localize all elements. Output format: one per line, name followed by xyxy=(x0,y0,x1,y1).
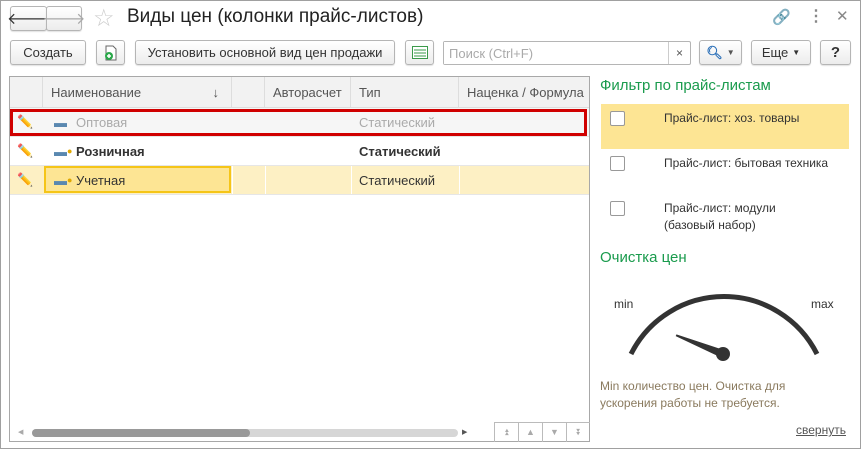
clear-search-button[interactable]: × xyxy=(668,42,690,64)
row-type: Статический xyxy=(359,143,441,159)
header-type[interactable]: Тип xyxy=(351,77,459,108)
sort-arrow-icon: ↓ xyxy=(212,85,220,100)
list-filter-icon xyxy=(411,46,428,59)
filter-label[interactable]: Прайс-лист: модули (базовый набор) xyxy=(664,200,814,234)
favorite-star-icon[interactable]: ☆ xyxy=(93,4,115,33)
arrow-right-icon: 🡒 xyxy=(42,11,86,28)
row-type: Статический xyxy=(359,114,436,130)
price-type-base-icon: ▬ ● xyxy=(54,172,73,188)
scroll-down-button[interactable]: ▼ xyxy=(542,422,566,442)
forward-button[interactable]: 🡒 xyxy=(43,6,85,31)
help-button[interactable]: ? xyxy=(820,40,851,65)
search-icon: 🔍︎ xyxy=(706,44,723,60)
dropdown-arrow-icon: ▼ xyxy=(792,48,801,57)
price-edit-icon: ✏️ xyxy=(17,114,34,129)
collapse-link[interactable]: свернуть xyxy=(796,423,846,437)
create-copy-button[interactable] xyxy=(96,40,125,65)
horizontal-scrollbar[interactable] xyxy=(32,429,458,437)
scroll-up-button[interactable]: ▲ xyxy=(518,422,542,442)
price-edit-icon: ✏️ xyxy=(17,172,34,187)
table-row-selected[interactable]: ✏️ ▬ ● Учетная Статический xyxy=(10,166,589,195)
price-type-base-icon: ▬ ● xyxy=(54,143,73,159)
filter-label[interactable]: Прайс-лист: хоз. товары xyxy=(664,110,849,127)
header-markup[interactable]: Наценка / Формула xyxy=(459,77,589,108)
dropdown-arrow-icon: ▼ xyxy=(726,48,735,57)
more-label: Еще xyxy=(761,45,789,60)
new-document-icon xyxy=(104,45,116,60)
row-name: Учетная xyxy=(76,172,126,188)
price-edit-icon: ✏️ xyxy=(17,143,34,158)
header-label: Наименование xyxy=(51,85,142,100)
gauge-hub xyxy=(716,347,730,361)
search-input[interactable] xyxy=(444,42,666,64)
filter-list-button[interactable] xyxy=(405,40,434,65)
header-icon-column xyxy=(10,77,43,108)
table-row[interactable]: ✏️ ▬ Оптовая Статический xyxy=(10,108,589,137)
filter-checkbox[interactable] xyxy=(610,201,625,216)
page-title: Виды цен (колонки прайс-листов) xyxy=(127,6,424,27)
header-name[interactable]: Наименование ↓ xyxy=(43,77,232,108)
row-name: Оптовая xyxy=(76,114,128,130)
scroll-right-icon[interactable]: ▶ xyxy=(462,428,467,436)
search-field[interactable]: × xyxy=(443,41,691,65)
row-type: Статический xyxy=(359,172,436,188)
filter-checkbox[interactable] xyxy=(610,111,625,126)
filter-checkbox[interactable] xyxy=(610,156,625,171)
table-header: Наименование ↓ Авторасчет Тип Наценка / Ф… xyxy=(10,77,589,108)
table-row[interactable]: ✏️ ▬ ● Розничная Статический xyxy=(10,137,589,166)
price-types-table: Наименование ↓ Авторасчет Тип Наценка / Ф… xyxy=(9,76,590,442)
set-main-price-type-button[interactable]: Установить основной вид цен продажи xyxy=(135,40,395,65)
scroll-first-button[interactable]: ⏫︎ xyxy=(494,422,518,442)
price-type-icon: ▬ xyxy=(54,114,67,130)
filter-label[interactable]: Прайс-лист: бытовая техника xyxy=(664,155,849,172)
header-blank[interactable] xyxy=(232,77,265,108)
search-options-button[interactable]: 🔍︎ ▼ xyxy=(699,40,742,65)
create-button[interactable]: Создать xyxy=(10,40,86,65)
link-icon[interactable]: 🔗 xyxy=(772,8,791,26)
filter-title: Фильтр по прайс-листам xyxy=(600,77,771,94)
gauge-arc xyxy=(628,294,820,356)
more-button[interactable]: Еще ▼ xyxy=(751,40,811,65)
cleanup-title: Очистка цен xyxy=(600,249,687,266)
more-vertical-icon[interactable]: ⋮ xyxy=(808,6,824,26)
header-autocalc[interactable]: Авторасчет xyxy=(265,77,351,108)
back-button[interactable]: 🡐 xyxy=(7,6,50,31)
cleanup-message: Min количество цен. Очистка для ускорени… xyxy=(600,379,786,410)
scrollbar-thumb[interactable] xyxy=(32,429,250,437)
scroll-left-icon[interactable]: ◀ xyxy=(18,428,23,436)
row-name: Розничная xyxy=(76,143,145,159)
close-icon[interactable]: ✕ xyxy=(836,7,849,25)
cleanup-gauge xyxy=(628,294,820,361)
scroll-last-button[interactable]: ⏬︎ xyxy=(566,422,590,442)
